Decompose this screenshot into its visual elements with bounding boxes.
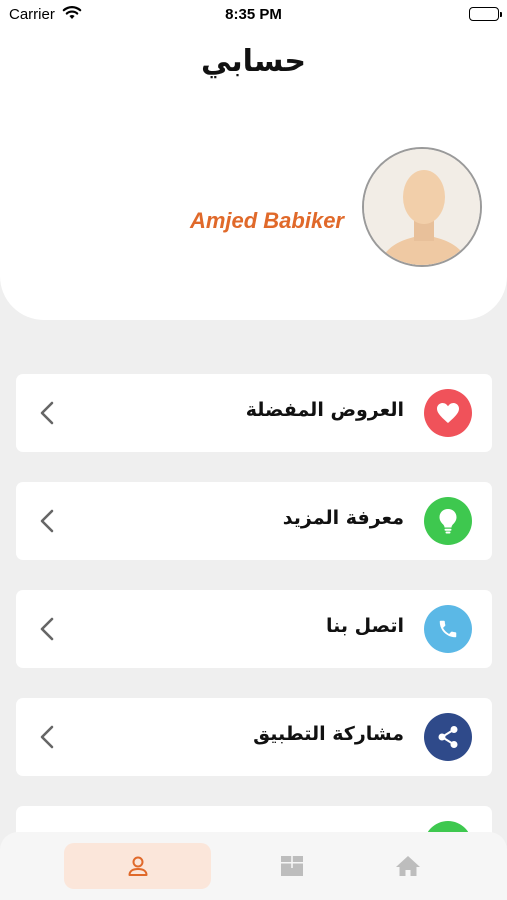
share-icon — [424, 713, 472, 761]
bottom-nav — [0, 832, 507, 900]
avatar[interactable] — [362, 147, 482, 267]
chevron-left-icon — [40, 509, 54, 537]
menu-item-label: معرفة المزيد — [282, 507, 404, 529]
menu-item-contact-us[interactable]: اتصل بنا — [16, 590, 492, 668]
clock: 8:35 PM — [225, 6, 282, 23]
chevron-left-icon — [40, 401, 54, 429]
chevron-left-icon — [40, 617, 54, 645]
box-icon — [281, 856, 303, 876]
menu-item-label: مشاركة التطبيق — [253, 723, 404, 745]
chevron-left-icon — [40, 725, 54, 753]
menu-item-label: اتصل بنا — [326, 615, 404, 637]
home-icon — [396, 856, 420, 876]
avatar-placeholder-icon — [364, 149, 480, 265]
menu-item-label: العروض المفضلة — [245, 399, 404, 421]
page-title: حسابي — [200, 44, 307, 79]
user-icon — [128, 856, 147, 876]
tab-account[interactable] — [64, 843, 211, 889]
menu-item-learn-more[interactable]: معرفة المزيد — [16, 482, 492, 560]
battery-icon — [469, 7, 502, 21]
status-bar: Carrier 8:35 PM — [0, 0, 507, 30]
tab-home[interactable] — [378, 843, 438, 889]
user-name: Amjed Babiker — [189, 208, 344, 233]
tab-packages[interactable] — [262, 843, 322, 889]
phone-icon — [424, 605, 472, 653]
menu-item-share-app[interactable]: مشاركة التطبيق — [16, 698, 492, 776]
menu-item-favorite-offers[interactable]: العروض المفضلة — [16, 374, 492, 452]
heart-icon — [424, 389, 472, 437]
lightbulb-icon — [424, 497, 472, 545]
